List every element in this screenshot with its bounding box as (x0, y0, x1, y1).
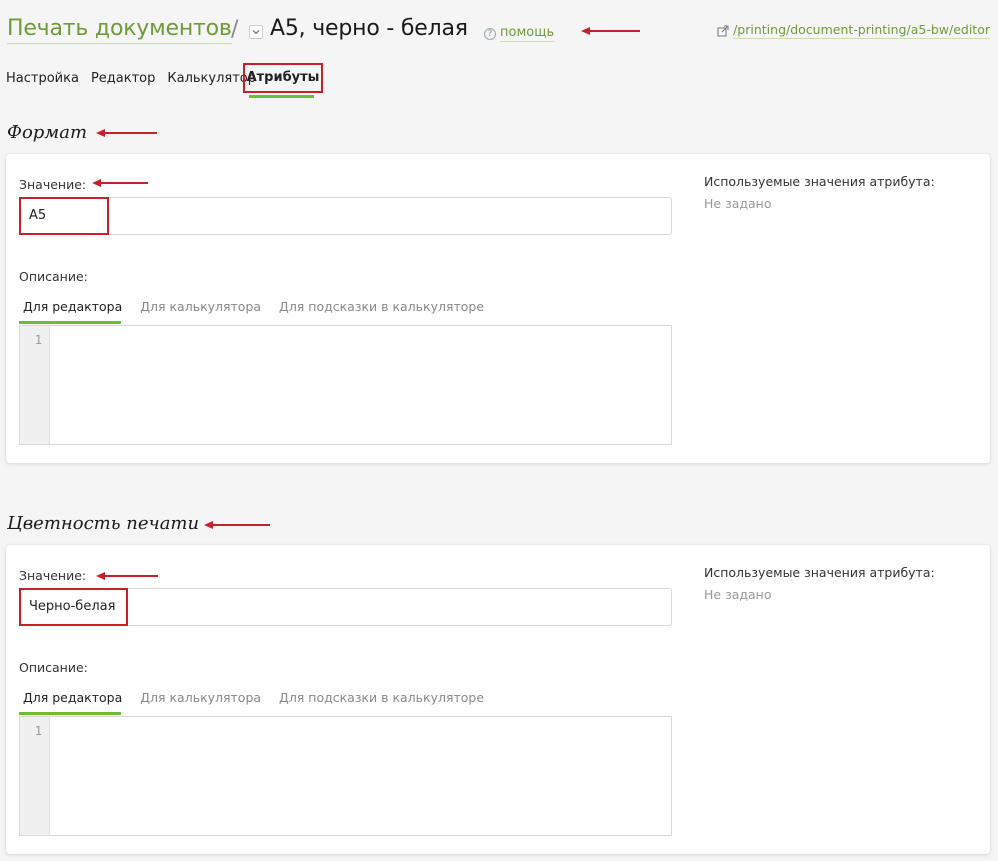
main-tabs: Настройка Редактор Калькулятор (6, 70, 268, 87)
annotation-arrow-icon (92, 179, 148, 187)
active-tab-indicator (249, 95, 314, 98)
breadcrumb-root-link[interactable]: Печать документов (7, 16, 232, 44)
page-title: A5, черно - белая (270, 16, 468, 41)
description-label: Описание: (19, 269, 88, 284)
line-number-gutter: 1 (20, 717, 50, 835)
desc-tab-calculator-hint[interactable]: Для подсказки в калькуляторе (275, 299, 488, 315)
annotation-arrow-icon (581, 27, 640, 35)
description-tabs: Для редактора Для калькулятора Для подск… (19, 299, 498, 315)
used-values-label: Используемые значения атрибута: (704, 565, 935, 580)
value-label: Значение: (19, 568, 87, 583)
desc-tab-calculator-hint[interactable]: Для подсказки в калькуляторе (275, 690, 488, 706)
value-input[interactable]: A5 (19, 197, 672, 235)
annotation-arrow-icon (204, 521, 270, 529)
used-values-text: Не задано (704, 196, 772, 211)
annotation-arrow-icon (96, 572, 158, 580)
description-label: Описание: (19, 660, 88, 675)
description-tabs: Для редактора Для калькулятора Для подск… (19, 690, 498, 706)
breadcrumb-separator: / (231, 17, 239, 42)
line-number: 1 (34, 724, 42, 738)
chevron-down-icon (252, 30, 260, 35)
desc-tab-indicator (19, 321, 121, 324)
external-link-icon (717, 25, 729, 36)
used-values-text: Не задано (704, 587, 772, 602)
annotation-arrow-icon (96, 129, 157, 137)
help-link[interactable]: ? помощь (484, 25, 555, 42)
value-label: Значение: (19, 177, 87, 192)
desc-tab-editor[interactable]: Для редактора (19, 690, 126, 706)
desc-tab-indicator (19, 712, 121, 715)
tab-editor[interactable]: Редактор (91, 70, 155, 87)
used-values-label: Используемые значения атрибута: (704, 174, 935, 189)
description-editor[interactable]: 1 (19, 325, 672, 445)
desc-tab-calculator[interactable]: Для калькулятора (136, 690, 265, 706)
desc-tab-editor[interactable]: Для редактора (19, 299, 126, 315)
tab-attributes[interactable]: Атрибуты (243, 63, 323, 93)
breadcrumb-dropdown-button[interactable] (249, 25, 263, 39)
help-label: помощь (500, 25, 555, 42)
section-title-format: Формат (7, 122, 88, 143)
url-label: /printing/document-printing/a5-bw/editor (733, 22, 990, 39)
value-highlight-box (19, 588, 128, 626)
question-icon: ? (484, 27, 496, 40)
section-title-color: Цветность печати (7, 513, 200, 534)
value-highlight-box (19, 197, 109, 235)
desc-tab-calculator[interactable]: Для калькулятора (136, 299, 265, 315)
description-editor[interactable]: 1 (19, 716, 672, 836)
tab-settings[interactable]: Настройка (6, 70, 79, 87)
line-number-gutter: 1 (20, 326, 50, 444)
line-number: 1 (34, 333, 42, 347)
url-link[interactable]: /printing/document-printing/a5-bw/editor (717, 22, 990, 39)
